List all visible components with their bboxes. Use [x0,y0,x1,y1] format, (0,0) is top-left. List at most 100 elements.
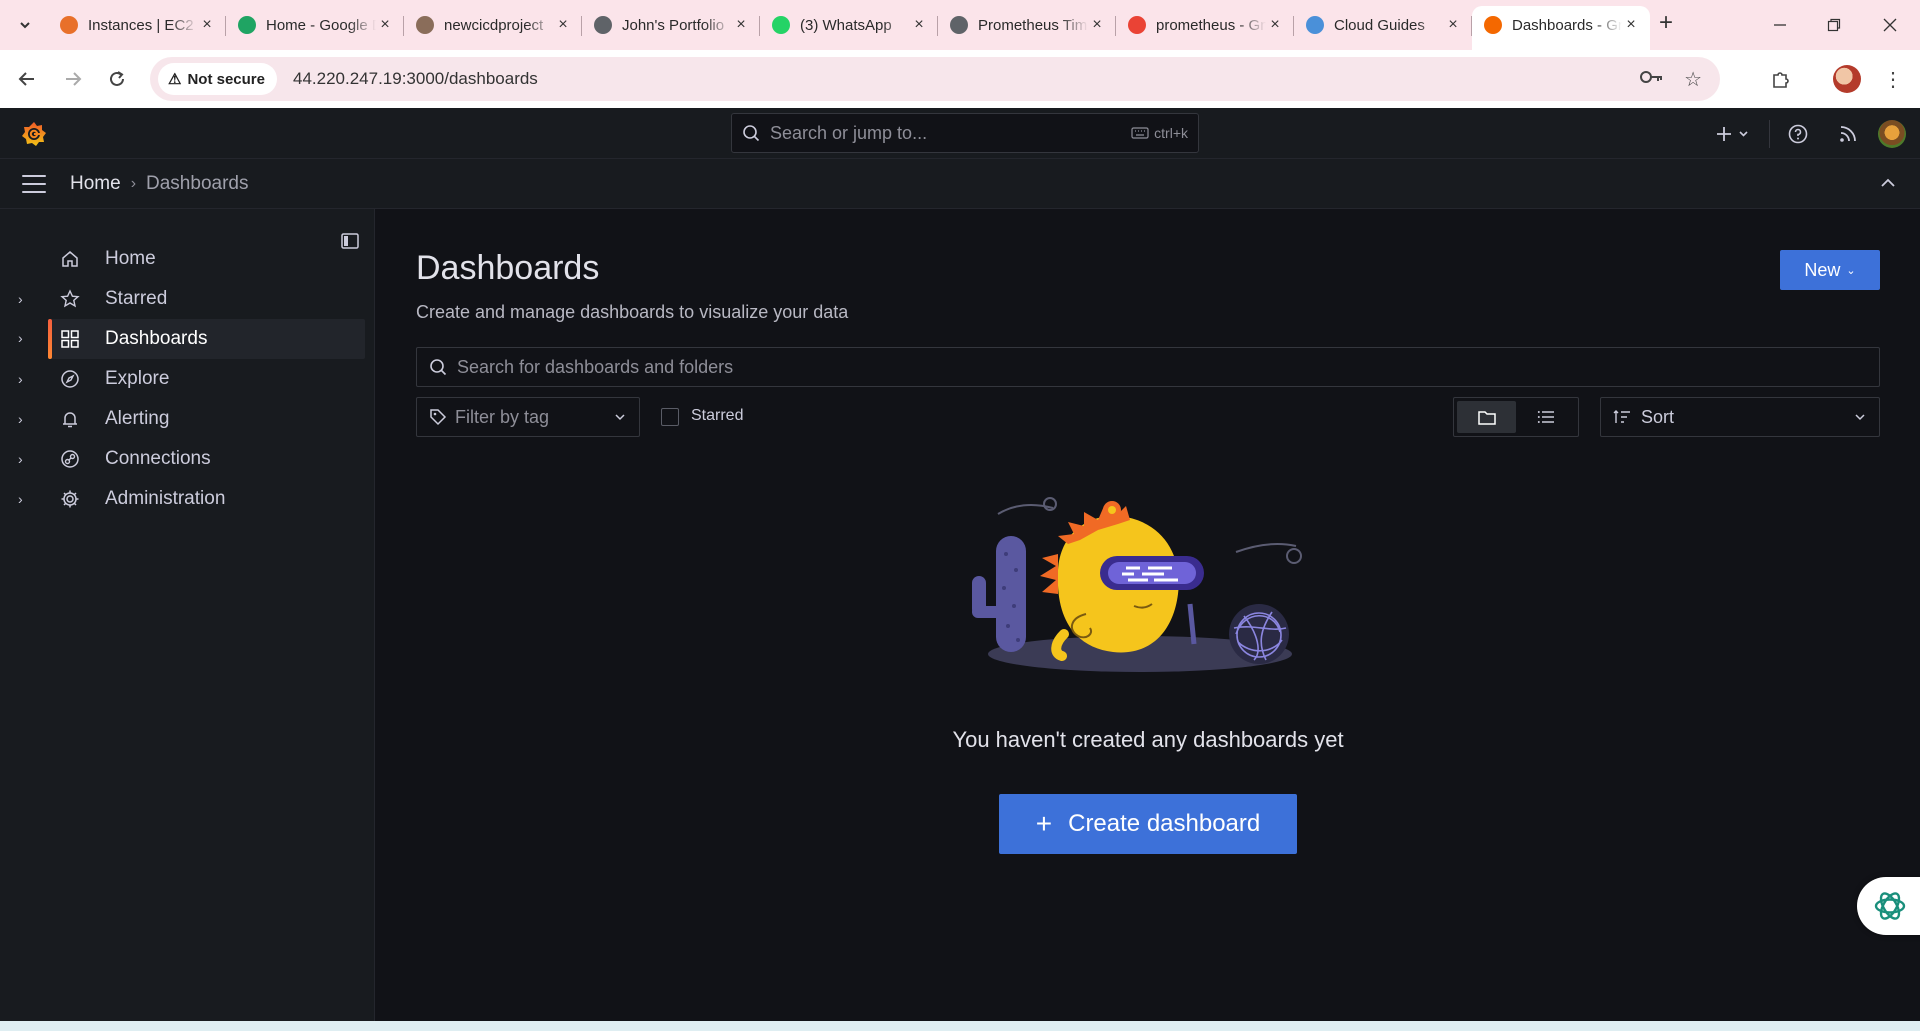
address-bar[interactable]: ⚠ Not secure 44.220.247.19:3000/dashboar… [150,57,1720,101]
tab-search-button[interactable] [12,12,38,38]
extensions-icon[interactable] [1766,64,1796,94]
sidebar-item-administration[interactable]: › Administration [0,479,365,519]
password-key-icon[interactable] [1640,68,1664,91]
browser-tab[interactable]: newcicdproject × [404,6,582,44]
starred-checkbox[interactable] [661,408,679,426]
tab-close-icon[interactable]: × [376,16,394,34]
close-window-button[interactable] [1862,0,1918,50]
browser-tab[interactable]: Instances | EC2 × [48,6,226,44]
tab-list: Instances | EC2×Home - Google Drive×newc… [48,6,1650,50]
openai-icon [1874,892,1906,920]
browser-profile-avatar[interactable] [1833,65,1861,93]
url-text[interactable]: 44.220.247.19:3000/dashboards [293,69,538,89]
sidebar-item-label: Administration [105,488,226,509]
create-dashboard-button[interactable]: + Create dashboard [999,794,1297,854]
compass-icon [58,367,82,391]
chevron-right-icon[interactable]: › [18,371,32,387]
restore-icon [1827,18,1841,32]
tag-icon [430,409,447,426]
starred-checkbox-label[interactable]: Starred [691,407,743,425]
tab-close-icon[interactable]: × [1266,16,1284,34]
tab-title: John's Portfolio [622,16,725,34]
browser-tab[interactable]: prometheus - Gmail× [1116,6,1294,44]
sidebar-item-label: Alerting [105,408,170,429]
tab-close-icon[interactable]: × [198,16,216,34]
news-feed-button[interactable] [1836,124,1860,144]
sidebar-item-label: Explore [105,368,170,389]
help-button[interactable] [1786,124,1810,144]
reload-button[interactable] [102,64,132,94]
chevron-right-icon[interactable]: › [18,451,32,467]
tab-favicon-icon [1128,16,1146,34]
browser-tab[interactable]: Dashboards - Grafana× [1472,6,1650,50]
dock-menu-button[interactable] [338,229,362,253]
sidebar-item-label: Connections [105,448,211,469]
chevron-down-icon [20,22,30,29]
user-avatar[interactable] [1878,119,1906,148]
list-view-button[interactable] [1516,401,1575,433]
minimize-icon [1774,24,1786,26]
grafana-logo-icon[interactable] [20,120,48,148]
sidebar-item-label: Home [105,248,156,269]
plus-icon: + [1035,808,1053,839]
main-content: Dashboards Create and manage dashboards … [376,209,1920,1021]
menu-toggle-icon[interactable] [22,175,46,193]
breadcrumb-current: Dashboards [146,173,249,194]
tab-favicon-icon [950,16,968,34]
forward-button[interactable] [58,64,88,94]
breadcrumb-home[interactable]: Home [70,173,121,195]
create-dashboard-label: Create dashboard [1068,810,1261,837]
sidebar-item-explore[interactable]: › Explore [0,359,365,399]
empty-state-illustration [972,497,1302,672]
new-button[interactable]: New ⌄ [1780,250,1880,290]
sidebar-item-starred[interactable]: › Starred [0,279,365,319]
tab-close-icon[interactable]: × [1622,16,1640,34]
sort-select[interactable]: Sort [1600,397,1880,437]
chevron-right-icon[interactable]: › [18,411,32,427]
tab-close-icon[interactable]: × [1444,16,1462,34]
browser-tab[interactable]: Cloud Guides × [1294,6,1472,44]
browser-tab[interactable]: Home - Google Drive× [226,6,404,44]
add-new-menu-button[interactable] [1711,125,1755,143]
page-subtitle: Create and manage dashboards to visualiz… [416,302,849,322]
chevron-right-icon[interactable]: › [18,291,32,307]
browser-tab[interactable]: Prometheus Time Series× [938,6,1116,44]
arrow-left-icon [18,72,34,86]
bookmark-star-icon[interactable]: ☆ [1684,67,1702,92]
sidebar-item-home[interactable]: Home [0,239,365,279]
browser-tab[interactable]: John's Portfolio × [582,6,760,44]
back-button[interactable] [12,64,42,94]
global-search-input[interactable]: Search or jump to... ctrl+k [731,113,1199,153]
minimize-button[interactable] [1752,0,1808,50]
tab-title: Home - Google Drive [266,16,376,34]
browser-tab[interactable]: (3) WhatsApp × [760,6,938,44]
dashboard-search-input[interactable]: Search for dashboards and folders [416,347,1880,387]
sidebar-item-alerting[interactable]: › Alerting [0,399,365,439]
new-tab-button[interactable]: + [1652,10,1680,38]
tab-close-icon[interactable]: × [1088,16,1106,34]
tab-title: Dashboards - Grafana [1512,16,1622,34]
sidebar-item-dashboards[interactable]: Dashboards [48,319,365,359]
chevron-right-icon[interactable]: › [18,491,32,507]
tab-title: newcicdproject [444,16,544,34]
sidebar-item-connections[interactable]: › Connections [0,439,365,479]
collapse-topbar-button[interactable] [1876,171,1900,195]
restore-button[interactable] [1806,0,1862,50]
assistant-widget-button[interactable] [1857,877,1920,935]
security-chip[interactable]: ⚠ Not secure [158,63,277,95]
tab-favicon-icon [238,16,256,34]
chevron-down-icon [1855,414,1865,421]
tab-title: Cloud Guides [1334,16,1425,34]
sort-label: Sort [1641,406,1675,427]
tab-close-icon[interactable]: × [910,16,928,34]
chevron-down-icon: ⌄ [1846,264,1856,277]
tab-favicon-icon [594,16,612,34]
breadcrumb: Home › Dashboards [70,173,248,195]
filter-by-tag-select[interactable]: Filter by tag [416,397,640,437]
chevron-right-icon[interactable]: › [18,330,23,346]
browser-menu-icon[interactable]: ⋮ [1878,64,1908,94]
tab-close-icon[interactable]: × [732,16,750,34]
tab-close-icon[interactable]: × [554,16,572,34]
tab-favicon-icon [60,16,78,34]
folder-view-button[interactable] [1457,401,1516,433]
